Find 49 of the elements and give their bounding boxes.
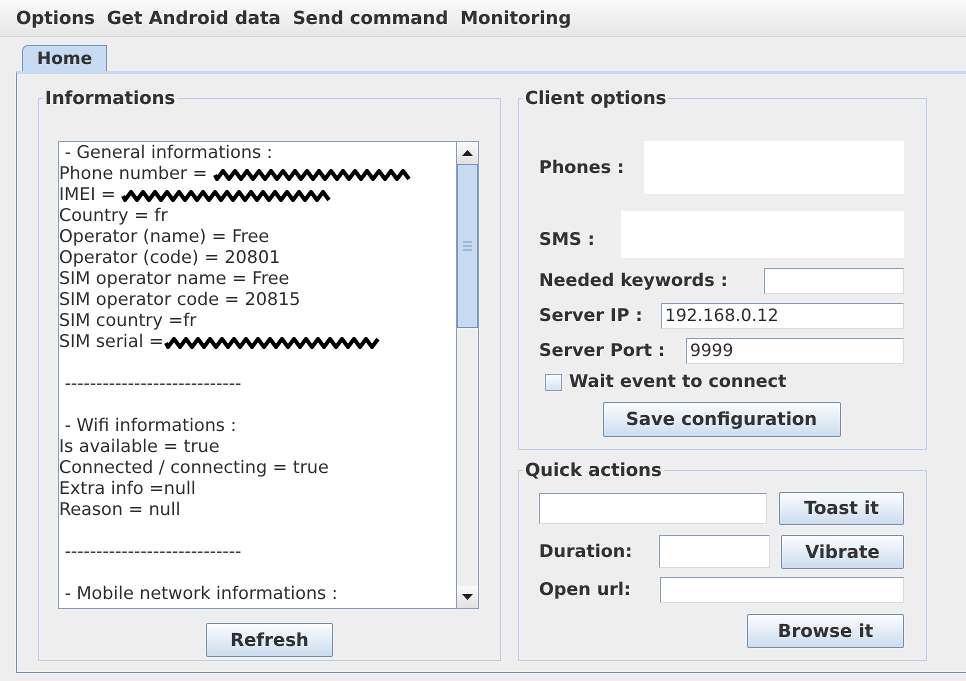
- field-label: Needed keywords :: [539, 271, 728, 291]
- server-ip-field[interactable]: 192.168.0.12: [661, 303, 904, 329]
- scroll-up-button[interactable]: [457, 142, 478, 164]
- browse-button[interactable]: Browse it: [747, 614, 904, 648]
- field-label: SMS :: [539, 230, 595, 250]
- info-line: Is available = true: [59, 437, 220, 458]
- info-line: SIM serial =: [59, 332, 164, 353]
- refresh-button[interactable]: Refresh: [206, 623, 333, 657]
- info-line: Operator (name) = Free: [59, 227, 270, 248]
- menu-item[interactable]: Send command: [286, 8, 454, 28]
- info-line: Operator (code) = 20801: [59, 248, 280, 269]
- info-line: ----------------------------: [64, 374, 242, 395]
- scroll-down-button[interactable]: [457, 586, 478, 608]
- server-port-field[interactable]: 9999: [686, 338, 904, 364]
- info-line: Country = fr: [59, 206, 168, 227]
- checkbox-label: Wait event to connect: [569, 372, 786, 392]
- info-line: Phone number =: [59, 164, 208, 185]
- toast-text-field[interactable]: [539, 493, 767, 524]
- field-label: Server Port :: [539, 341, 666, 361]
- info-line: - General informations :: [64, 143, 273, 164]
- info-line: SIM operator name = Free: [59, 269, 290, 290]
- info-line: ----------------------------: [64, 542, 242, 563]
- info-line: Connected / connecting = true: [59, 458, 329, 479]
- info-line: Reason = null: [59, 500, 180, 521]
- tab[interactable]: Home: [22, 45, 108, 71]
- panel-title: Client options: [523, 88, 668, 109]
- info-line: - Mobile network informations :: [64, 584, 338, 605]
- duration-field[interactable]: [659, 535, 770, 568]
- vibrate-button[interactable]: Vibrate: [781, 535, 904, 569]
- field-label: Open url:: [539, 580, 631, 600]
- info-line: SIM country =fr: [59, 311, 196, 332]
- menu-item[interactable]: Monitoring: [454, 8, 578, 28]
- info-line: Extra info =null: [59, 479, 196, 500]
- scroll-thumb[interactable]: [457, 164, 478, 328]
- menu-item[interactable]: Get Android data: [100, 8, 287, 28]
- keywords-field[interactable]: [764, 268, 904, 294]
- url-field[interactable]: [660, 577, 904, 603]
- field-label: Phones :: [539, 158, 624, 178]
- checkbox[interactable]: [545, 374, 562, 390]
- info-text-area[interactable]: [58, 141, 479, 609]
- field-label: Duration:: [539, 542, 632, 562]
- info-line: IMEI =: [59, 185, 117, 206]
- menu-item[interactable]: Options: [10, 8, 101, 28]
- save-configuration-button[interactable]: Save configuration: [602, 402, 840, 437]
- info-line: SIM operator code = 20815: [59, 290, 300, 311]
- toast-button[interactable]: Toast it: [779, 492, 904, 525]
- field-label: Server IP :: [539, 306, 643, 326]
- info-line: - Wifi informations :: [64, 416, 236, 437]
- panel-title: Quick actions: [523, 460, 664, 481]
